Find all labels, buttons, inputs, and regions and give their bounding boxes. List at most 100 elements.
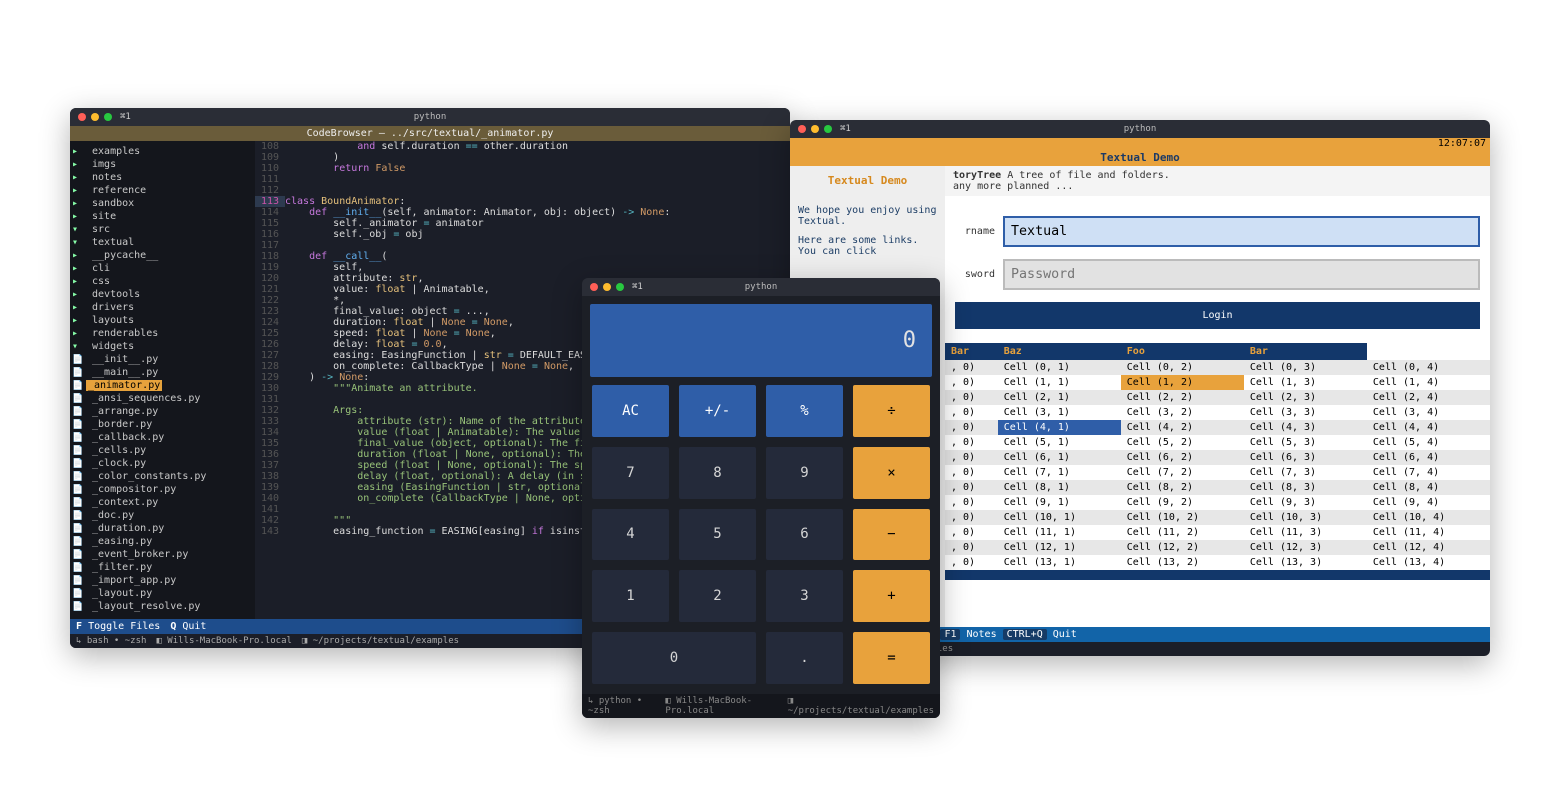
calc-btn-[interactable]: . (766, 632, 843, 684)
titlebar[interactable]: ⌘1 python (790, 120, 1490, 138)
minimize-icon[interactable] (603, 283, 611, 291)
table-row[interactable]: , 0)Cell (3, 1)Cell (3, 2)Cell (3, 3)Cel… (945, 405, 1490, 420)
tree-file[interactable]: _color_constants.py (72, 470, 253, 483)
tree-folder[interactable]: devtools (72, 288, 253, 301)
table-row[interactable]: , 0)Cell (2, 1)Cell (2, 2)Cell (2, 3)Cel… (945, 390, 1490, 405)
data-table[interactable]: BarBazFooBar, 0)Cell (0, 1)Cell (0, 2)Ce… (945, 343, 1490, 580)
username-input[interactable] (1003, 216, 1480, 247)
close-icon[interactable] (798, 125, 806, 133)
tree-file[interactable]: _clock.py (72, 457, 253, 470)
tree-file[interactable]: _import_app.py (72, 574, 253, 587)
tree-file[interactable]: __init__.py (72, 353, 253, 366)
tree-file[interactable]: _callback.py (72, 431, 253, 444)
tree-file[interactable]: _duration.py (72, 522, 253, 535)
calc-display: 0 (590, 304, 932, 377)
calc-keypad: AC+/-%÷ 789× 456− 123+0.= (582, 385, 940, 694)
zoom-icon[interactable] (104, 113, 112, 121)
tree-file[interactable]: _arrange.py (72, 405, 253, 418)
table-row[interactable]: , 0)Cell (10, 1)Cell (10, 2)Cell (10, 3)… (945, 510, 1490, 525)
tree-file[interactable]: _border.py (72, 418, 253, 431)
tab-label: ⌘1 (632, 282, 643, 292)
table-row[interactable]: , 0)Cell (5, 1)Cell (5, 2)Cell (5, 3)Cel… (945, 435, 1490, 450)
table-row[interactable]: , 0)Cell (12, 1)Cell (12, 2)Cell (12, 3)… (945, 540, 1490, 555)
tree-folder[interactable]: __pycache__ (72, 249, 253, 262)
table-row[interactable]: , 0)Cell (8, 1)Cell (8, 2)Cell (8, 3)Cel… (945, 480, 1490, 495)
tree-file[interactable]: _easing.py (72, 535, 253, 548)
table-row[interactable]: , 0)Cell (6, 1)Cell (6, 2)Cell (6, 3)Cel… (945, 450, 1490, 465)
demo-title: Textual Demo (790, 149, 1490, 166)
titlebar[interactable]: ⌘1 python (70, 108, 790, 126)
zoom-icon[interactable] (616, 283, 624, 291)
tree-file[interactable]: _doc.py (72, 509, 253, 522)
table-row[interactable]: , 0)Cell (4, 1)Cell (4, 2)Cell (4, 3)Cel… (945, 420, 1490, 435)
tree-file[interactable]: _compositor.py (72, 483, 253, 496)
tree-file[interactable]: _ansi_sequences.py (72, 392, 253, 405)
table-header[interactable]: Bar (945, 343, 998, 360)
tree-file[interactable]: _context.py (72, 496, 253, 509)
traffic-lights[interactable] (590, 283, 624, 291)
sidebar-title: Textual Demo (798, 174, 937, 187)
calc-btn-[interactable]: ÷ (853, 385, 930, 437)
calc-btn-6[interactable]: 6 (766, 509, 843, 561)
tree-folder[interactable]: cli (72, 262, 253, 275)
tree-folder[interactable]: notes (72, 171, 253, 184)
file-tree[interactable]: examples imgs notes reference sandbox si… (70, 141, 255, 619)
close-icon[interactable] (590, 283, 598, 291)
table-row[interactable]: , 0)Cell (11, 1)Cell (11, 2)Cell (11, 3)… (945, 525, 1490, 540)
traffic-lights[interactable] (78, 113, 112, 121)
tree-file[interactable]: __main__.py (72, 366, 253, 379)
app-header: CodeBrowser — ../src/textual/_animator.p… (70, 126, 790, 141)
minimize-icon[interactable] (91, 113, 99, 121)
tree-folder[interactable]: examples (72, 145, 253, 158)
close-icon[interactable] (78, 113, 86, 121)
titlebar[interactable]: ⌘1 python (582, 278, 940, 296)
tree-file[interactable]: _event_broker.py (72, 548, 253, 561)
calc-btn-[interactable]: +/- (679, 385, 756, 437)
tree-file[interactable]: _cells.py (72, 444, 253, 457)
calc-btn-5[interactable]: 5 (679, 509, 756, 561)
calc-btn-3[interactable]: 3 (766, 570, 843, 622)
calc-btn-[interactable]: × (853, 447, 930, 499)
tree-folder[interactable]: textual (72, 236, 253, 249)
calc-btn-[interactable]: = (853, 632, 930, 684)
calc-btn-9[interactable]: 9 (766, 447, 843, 499)
tree-file[interactable]: _layout.py (72, 587, 253, 600)
tree-folder[interactable]: renderables (72, 327, 253, 340)
calc-btn-ac[interactable]: AC (592, 385, 669, 437)
calc-btn-2[interactable]: 2 (679, 570, 756, 622)
tree-folder[interactable]: site (72, 210, 253, 223)
table-row[interactable]: , 0)Cell (0, 1)Cell (0, 2)Cell (0, 3)Cel… (945, 360, 1490, 375)
tree-folder[interactable]: imgs (72, 158, 253, 171)
calc-btn-[interactable]: − (853, 509, 930, 561)
calc-btn-0[interactable]: 0 (592, 632, 756, 684)
login-button[interactable]: Login (955, 302, 1480, 329)
table-row[interactable]: , 0)Cell (7, 1)Cell (7, 2)Cell (7, 3)Cel… (945, 465, 1490, 480)
tree-folder[interactable]: layouts (72, 314, 253, 327)
password-input[interactable] (1003, 259, 1480, 290)
zoom-icon[interactable] (824, 125, 832, 133)
calc-btn-8[interactable]: 8 (679, 447, 756, 499)
minimize-icon[interactable] (811, 125, 819, 133)
tree-folder[interactable]: sandbox (72, 197, 253, 210)
tree-file[interactable]: _filter.py (72, 561, 253, 574)
tree-folder[interactable]: widgets (72, 340, 253, 353)
tree-folder[interactable]: src (72, 223, 253, 236)
calc-btn-4[interactable]: 4 (592, 509, 669, 561)
tree-file[interactable]: _animator.py (72, 379, 253, 392)
traffic-lights[interactable] (798, 125, 832, 133)
table-header[interactable]: Bar (1244, 343, 1367, 360)
tree-file[interactable]: _layout_resolve.py (72, 600, 253, 613)
window-title: python (745, 282, 778, 292)
calc-btn-7[interactable]: 7 (592, 447, 669, 499)
tree-folder[interactable]: css (72, 275, 253, 288)
calc-btn-1[interactable]: 1 (592, 570, 669, 622)
tree-folder[interactable]: reference (72, 184, 253, 197)
table-row[interactable]: , 0)Cell (1, 1)Cell (1, 2)Cell (1, 3)Cel… (945, 375, 1490, 390)
table-header[interactable]: Baz (998, 343, 1121, 360)
calc-btn-[interactable]: + (853, 570, 930, 622)
table-row[interactable]: , 0)Cell (13, 1)Cell (13, 2)Cell (13, 3)… (945, 555, 1490, 570)
table-row[interactable]: , 0)Cell (9, 1)Cell (9, 2)Cell (9, 3)Cel… (945, 495, 1490, 510)
table-header[interactable]: Foo (1121, 343, 1244, 360)
tree-folder[interactable]: drivers (72, 301, 253, 314)
calc-btn-[interactable]: % (766, 385, 843, 437)
